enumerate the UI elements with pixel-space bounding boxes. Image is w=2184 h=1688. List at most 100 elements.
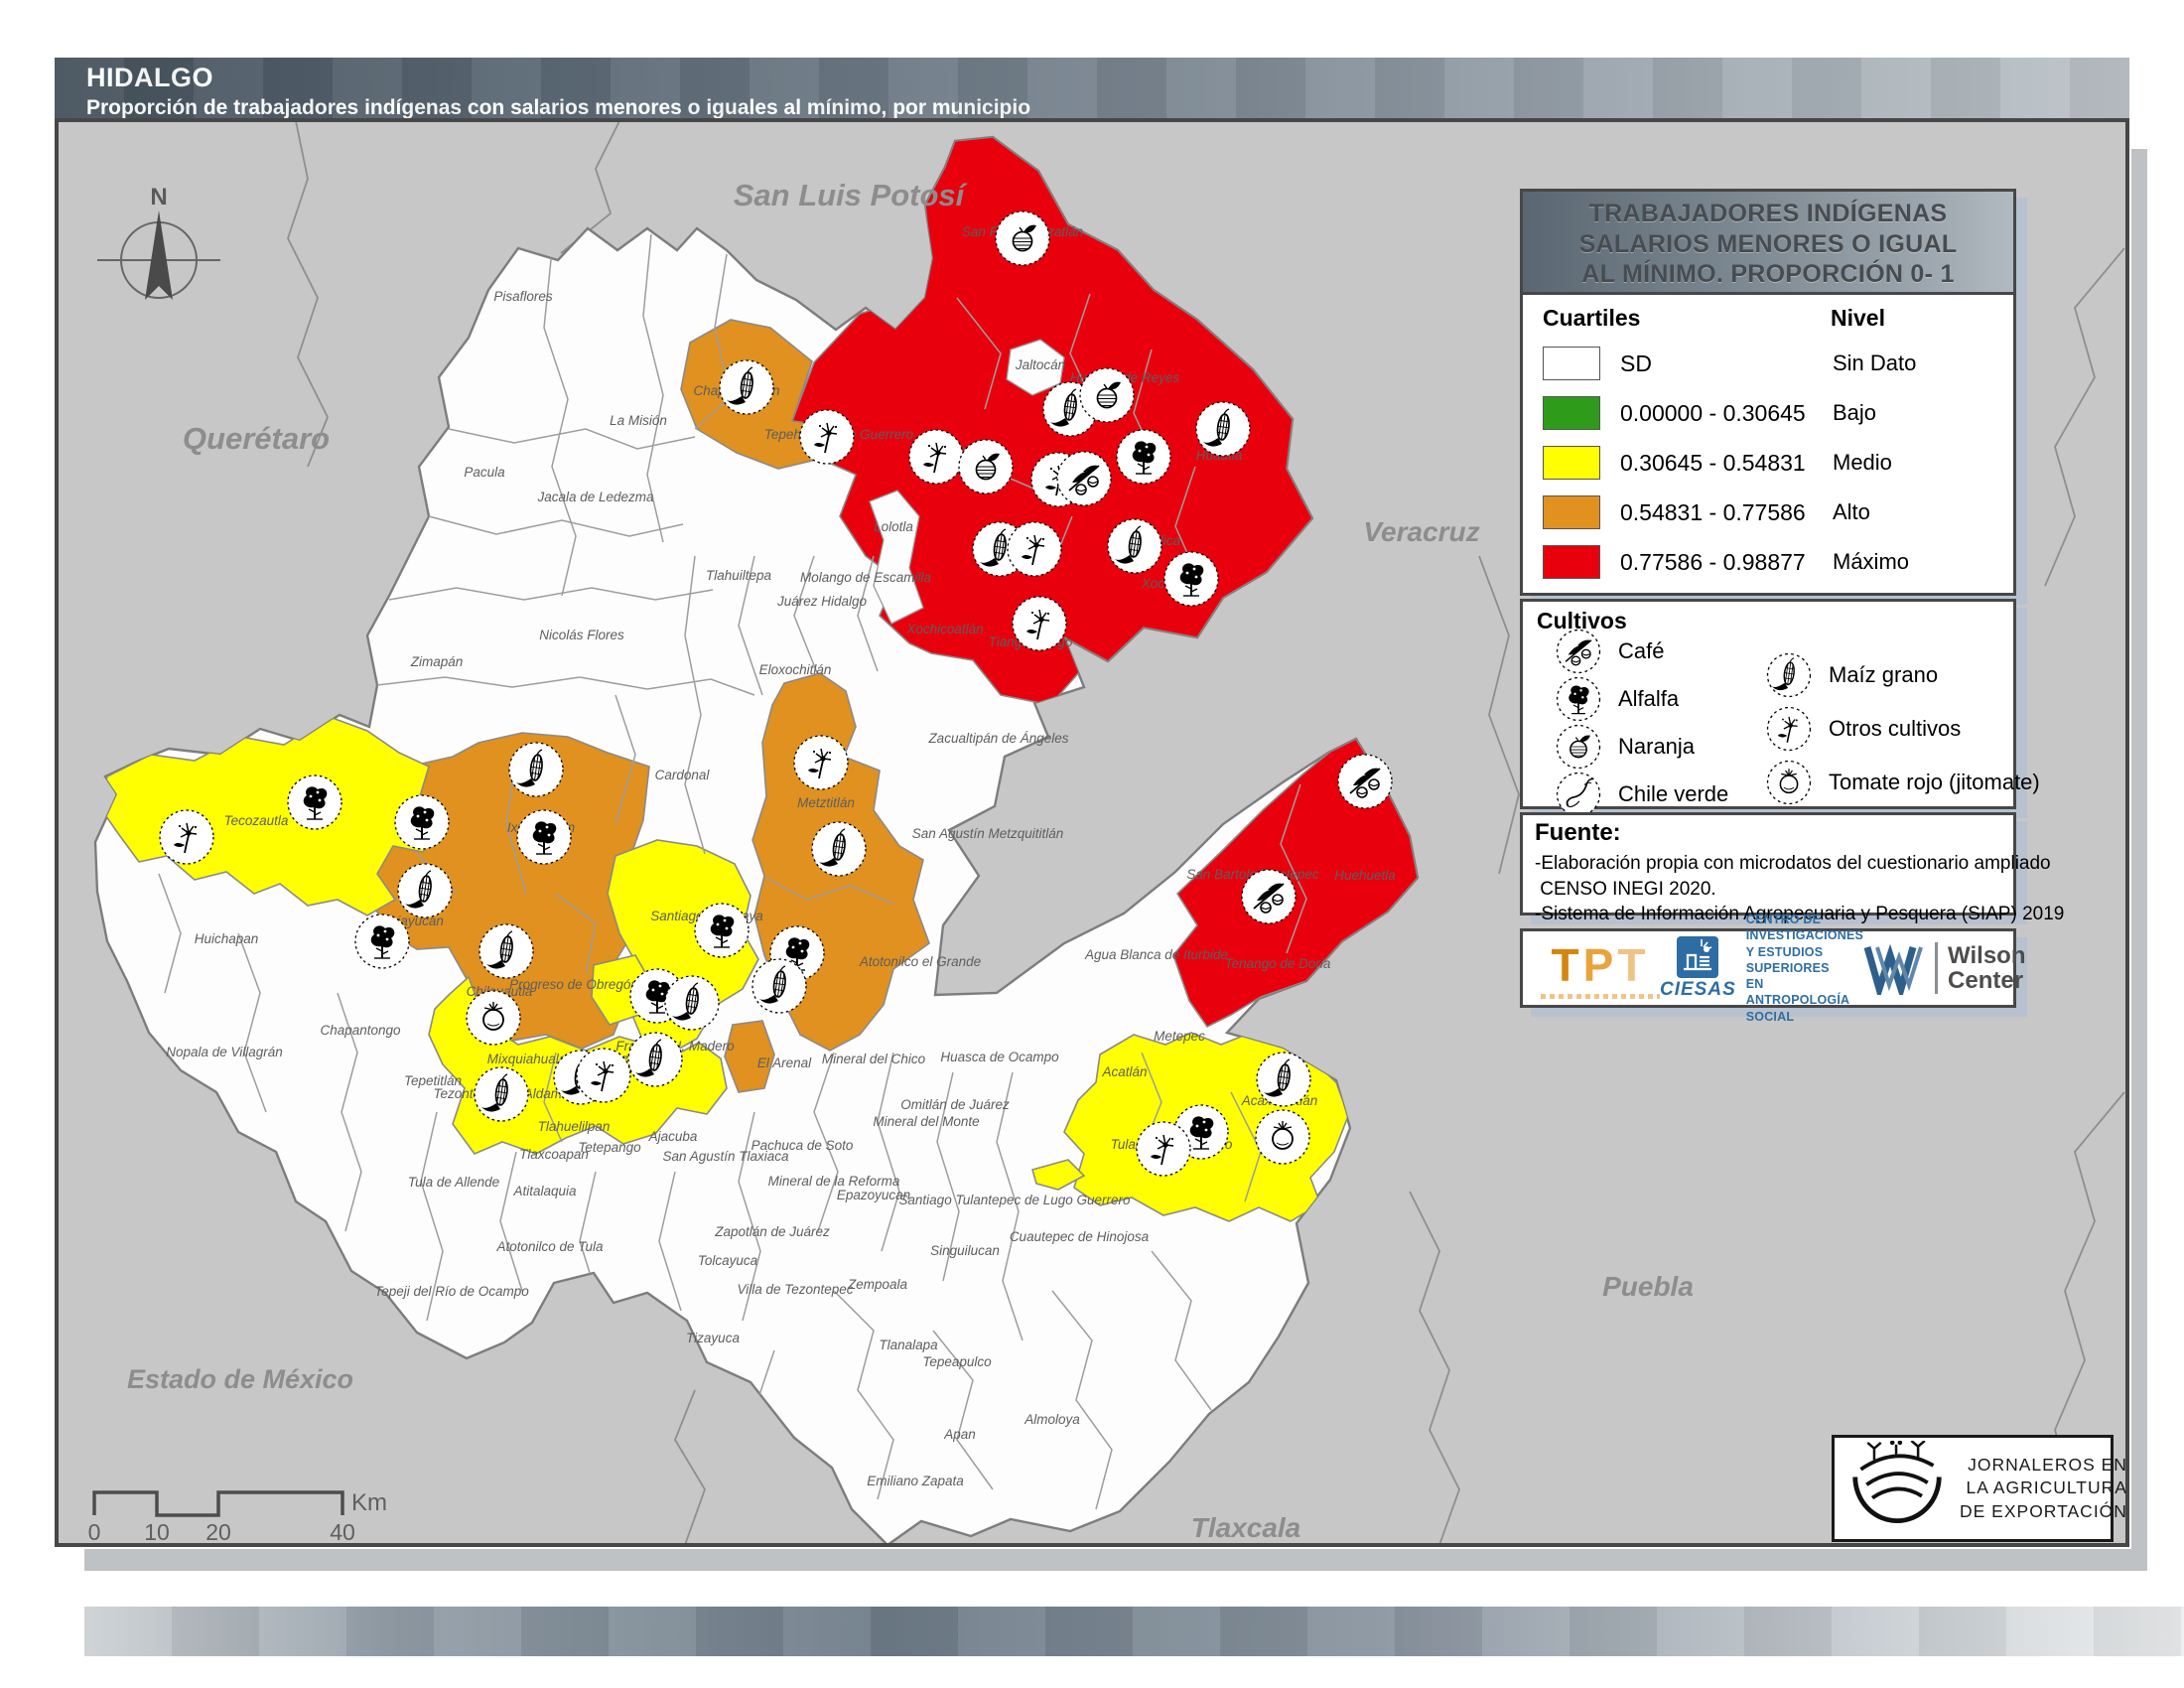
otros-icon bbox=[1761, 701, 1817, 757]
cultivo-label: Chile verde bbox=[1618, 781, 1728, 807]
wilson-line: Wilson bbox=[1948, 943, 2025, 968]
quartile-level: Sin Dato bbox=[1831, 351, 2003, 376]
crop-marker bbox=[1164, 552, 1218, 606]
ciesas-line: CENTRO DE INVESTIGACIONES bbox=[1746, 912, 1863, 944]
ciesas-logo: CIESAS CENTRO DE INVESTIGACIONESY ESTUDI… bbox=[1660, 912, 1863, 1025]
municipality-label: Chapantongo bbox=[320, 1023, 401, 1038]
quartile-range: 0.30645 - 0.54831 bbox=[1620, 450, 1831, 477]
crop-marker bbox=[794, 736, 848, 789]
cultivo-label: Tomate rojo (jitomate) bbox=[1829, 770, 2040, 795]
municipality-label: Apan bbox=[943, 1427, 976, 1442]
municipality-label: Tlanalapa bbox=[879, 1337, 938, 1352]
municipality-label: Agua Blanca de Iturbide bbox=[1084, 947, 1228, 962]
jornaleros-line: JORNALEROS EN bbox=[1960, 1454, 2127, 1477]
quartile-level: Máximo bbox=[1831, 549, 2003, 575]
crop-marker bbox=[509, 743, 563, 796]
quartile-level: Bajo bbox=[1831, 400, 2003, 426]
ciesas-line: Y ESTUDIOS SUPERIORES bbox=[1746, 944, 1863, 977]
municipality-label: Tepeji del Río de Ocampo bbox=[374, 1284, 529, 1299]
municipality-label: Zacualtipán de Ángeles bbox=[927, 731, 1068, 746]
crop-marker bbox=[720, 360, 773, 414]
municipality-label: Eloxochitlán bbox=[759, 662, 832, 677]
municipality-label: Tolcayuca bbox=[698, 1253, 758, 1268]
page-subtitle: Proporción de trabajadores indígenas con… bbox=[86, 96, 2129, 120]
crop-marker bbox=[1338, 755, 1392, 808]
municipality-label: Tizayuca bbox=[686, 1331, 740, 1345]
quartile-swatch bbox=[1543, 545, 1600, 579]
crop-marker bbox=[288, 775, 341, 829]
wilson-line: Center bbox=[1948, 968, 2025, 993]
municipality-label: Juárez Hidalgo bbox=[776, 594, 868, 609]
scale-tick-label: 40 bbox=[330, 1519, 355, 1545]
crop-marker bbox=[812, 822, 866, 876]
municipality-label: Tlahuelilpan bbox=[538, 1119, 611, 1134]
municipality-label: Cardonal bbox=[655, 768, 711, 782]
wilson-w-icon bbox=[1863, 941, 1925, 995]
north-label: N bbox=[150, 184, 167, 211]
cultivo-item: Maíz grano bbox=[1761, 647, 1938, 703]
crop-marker bbox=[1242, 870, 1296, 923]
crop-marker bbox=[909, 430, 963, 484]
maiz-icon bbox=[1761, 647, 1817, 703]
jornaleros-field-icon bbox=[1843, 1441, 1952, 1536]
scale-tick-label: 10 bbox=[144, 1519, 170, 1545]
municipality-label: Singuilucan bbox=[930, 1243, 1000, 1258]
municipality-label: Tecozautla bbox=[224, 813, 289, 828]
wilson-text: Wilson Center bbox=[1948, 943, 2025, 993]
cultivo-label: Naranja bbox=[1618, 734, 1695, 760]
municipality-label: Mineral del Chico bbox=[822, 1052, 926, 1066]
municipality-label: Emiliano Zapata bbox=[867, 1474, 964, 1488]
cultivo-item: Otros cultivos bbox=[1761, 701, 1961, 757]
cultivo-label: Maíz grano bbox=[1829, 662, 1938, 688]
municipality-label: Atitalaquia bbox=[512, 1184, 577, 1198]
source-panel: Fuente: -Elaboración propia con microdat… bbox=[1520, 812, 2016, 915]
cultivo-label: Café bbox=[1618, 638, 1664, 664]
state-label: Estado de México bbox=[127, 1364, 353, 1394]
crop-marker bbox=[1257, 1053, 1310, 1106]
crop-marker bbox=[1080, 368, 1134, 422]
logos-panel: TPT CIESAS CENTRO DE INVESTIGACIONESY ES… bbox=[1520, 928, 2016, 1008]
ciesas-icon-block: CIESAS bbox=[1660, 935, 1736, 1001]
tpt-letters: TPT bbox=[1552, 938, 1650, 992]
legend-title: TRABAJADORES INDÍGENAS SALARIOS MENORES … bbox=[1523, 192, 2013, 295]
municipality-label: Nicolás Flores bbox=[539, 628, 624, 642]
crop-marker bbox=[479, 924, 533, 978]
crop-marker bbox=[959, 440, 1013, 493]
crop-marker bbox=[1117, 430, 1170, 484]
ciesas-acronym: CIESAS bbox=[1660, 979, 1736, 1001]
ciesas-line: EN ANTROPOLOGÍA SOCIAL bbox=[1746, 976, 1863, 1025]
municipality-label: Nopala de Villagrán bbox=[166, 1045, 283, 1059]
jornaleros-line: LA AGRICULTURA bbox=[1960, 1477, 2127, 1500]
tpt-letter: P bbox=[1583, 939, 1618, 991]
municipality-label: Villa de Tezontepec bbox=[737, 1282, 853, 1297]
crop-marker bbox=[398, 864, 452, 917]
legend-title-line: TRABAJADORES INDÍGENAS bbox=[1523, 199, 2013, 229]
quartile-row: 0.00000 - 0.30645 Bajo bbox=[1543, 388, 2003, 438]
source-line: CENSO INEGI 2020. bbox=[1535, 877, 2005, 903]
state-label: Veracruz bbox=[1363, 516, 1479, 547]
crop-marker bbox=[577, 1049, 630, 1102]
municipality-label: Progreso de Obregón bbox=[509, 977, 638, 992]
cultivo-label: Alfalfa bbox=[1618, 686, 1679, 712]
municipality-label: Pachuca de Soto bbox=[751, 1138, 854, 1153]
municipality-label: Huehuetla bbox=[1334, 868, 1396, 883]
municipality-label: Lolotla bbox=[874, 519, 913, 534]
tomate-icon bbox=[1761, 755, 1817, 810]
municipality-label: Metepec bbox=[1154, 1029, 1205, 1044]
source-header: Fuente: bbox=[1535, 819, 1621, 847]
state-label: Puebla bbox=[1602, 1271, 1694, 1302]
municipality-label: Tepeapulco bbox=[922, 1354, 992, 1369]
quartile-swatch bbox=[1543, 446, 1600, 480]
municipality-label: Atotonilco de Tula bbox=[495, 1239, 604, 1254]
cultivos-panel: Cultivos Café Alfalfa Naranja Chile verd… bbox=[1520, 599, 2016, 809]
wilson-center-logo: Wilson Center bbox=[1863, 941, 2025, 995]
municipality-label: Zapotlán de Juárez bbox=[714, 1224, 830, 1239]
crop-marker bbox=[1196, 402, 1250, 456]
crop-marker bbox=[665, 976, 719, 1030]
municipality-label: Xochicoatlán bbox=[905, 622, 983, 636]
municipality-label: Tlaxcoapan bbox=[519, 1147, 589, 1162]
state-label: San Luis Potosí bbox=[734, 178, 968, 212]
quartile-row: 0.54831 - 0.77586 Alto bbox=[1543, 488, 2003, 537]
crop-marker bbox=[1013, 597, 1066, 650]
municipality-label: Acatlán bbox=[1101, 1064, 1147, 1079]
